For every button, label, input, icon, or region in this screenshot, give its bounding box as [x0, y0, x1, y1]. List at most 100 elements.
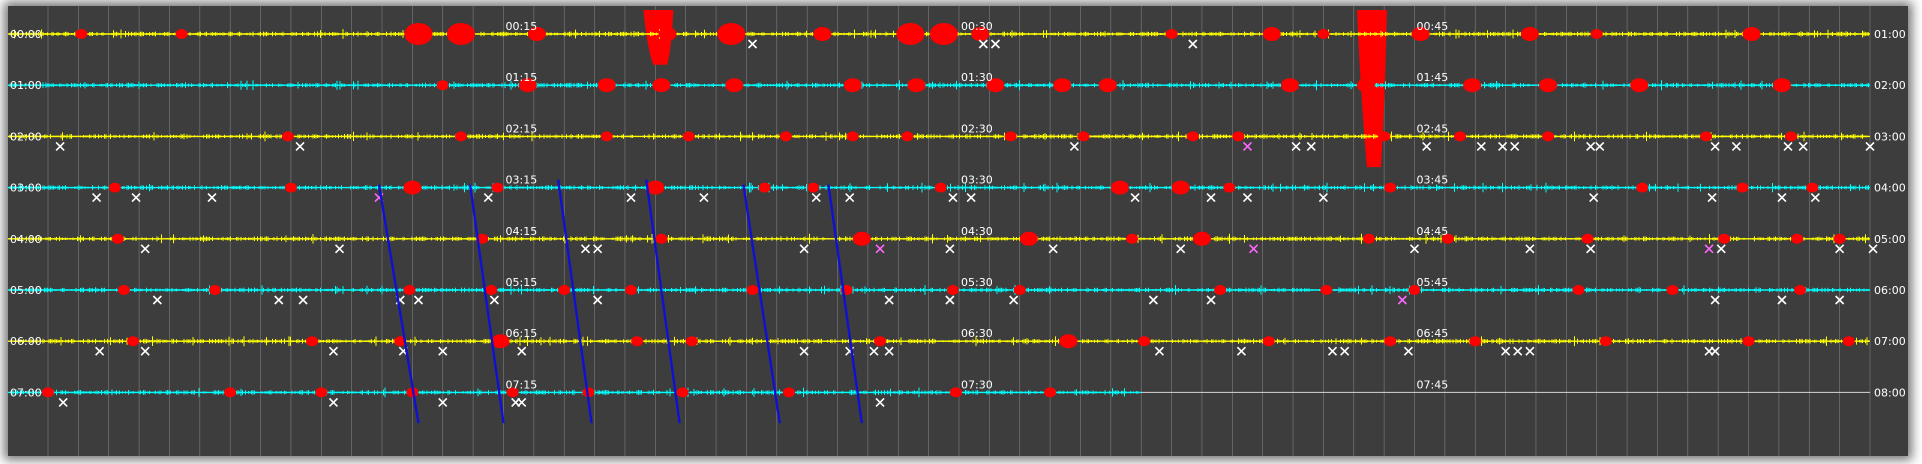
event-marker — [929, 23, 958, 45]
pick-marker — [1327, 346, 1338, 356]
helicorder-frame: 00:00 01:00 00:15 00:30 00:45 01:00 02:00 01:15… — [8, 6, 1908, 456]
pick-marker — [1306, 141, 1316, 151]
event-marker — [1794, 285, 1807, 295]
event-marker — [1842, 336, 1855, 347]
annotation-line — [827, 184, 864, 424]
quarter-hour-label: 00:30 — [961, 20, 993, 33]
pick-marker — [1731, 141, 1741, 151]
quarter-hour-label: 03:30 — [961, 174, 993, 187]
event-marker — [717, 23, 746, 45]
pick-marker — [334, 244, 345, 254]
quarter-hour-label: 07:15 — [506, 378, 538, 391]
quarter-hour-label: 05:15 — [506, 276, 538, 289]
event-marker — [1463, 78, 1482, 93]
event-marker — [1186, 131, 1199, 142]
event-marker — [1362, 233, 1375, 244]
event-marker — [852, 231, 871, 246]
pick-marker — [811, 193, 821, 203]
pick-marker — [1148, 295, 1158, 305]
pick-marker — [92, 193, 102, 203]
pick-marker — [966, 193, 976, 203]
event-marker — [1262, 27, 1281, 41]
event-marker — [600, 131, 613, 142]
row-end-label: 08:00 — [1874, 386, 1906, 399]
pick-marker — [1248, 244, 1259, 254]
event-marker — [946, 285, 959, 295]
event-marker — [1004, 131, 1017, 142]
event-marker — [625, 285, 638, 295]
event-marker — [597, 78, 616, 93]
pick-marker — [1783, 141, 1793, 151]
event-marker — [1806, 182, 1819, 193]
pick-marker — [626, 193, 636, 203]
pick-marker — [1525, 244, 1535, 254]
quarter-hour-label: 07:45 — [1417, 378, 1449, 391]
event-marker — [1317, 29, 1330, 39]
event-marker — [1539, 78, 1558, 93]
event-marker — [907, 78, 926, 93]
pick-marker — [95, 346, 105, 356]
quarter-hour-label: 02:30 — [961, 122, 993, 135]
pick-marker — [1798, 141, 1808, 151]
event-marker — [1599, 336, 1612, 347]
event-marker — [1384, 336, 1397, 347]
row-start-label: 05:00 — [10, 284, 42, 297]
quarter-hour-label: 06:15 — [506, 327, 538, 340]
event-marker — [807, 182, 820, 193]
quarter-hour-label: 06:30 — [961, 327, 993, 340]
pick-marker — [328, 346, 339, 356]
quarter-hour-label: 04:30 — [961, 225, 993, 238]
quarter-hour-label: 00:15 — [506, 20, 538, 33]
row-end-label: 02:00 — [1874, 79, 1906, 92]
event-marker — [685, 336, 698, 347]
event-marker — [284, 182, 297, 193]
quarter-hour-label: 03:45 — [1417, 174, 1449, 187]
event-marker — [1138, 336, 1151, 347]
pick-marker — [875, 244, 885, 254]
annotation-line — [742, 184, 782, 424]
pick-marker — [884, 346, 894, 356]
row-end-label: 05:00 — [1874, 233, 1906, 246]
pick-marker — [1009, 295, 1019, 305]
event-marker — [1742, 27, 1761, 41]
pick-marker — [152, 295, 162, 305]
event-marker — [454, 131, 467, 142]
pick-marker — [55, 141, 65, 151]
pick-marker — [990, 39, 1001, 49]
event-marker — [1356, 78, 1375, 93]
event-marker — [491, 182, 504, 193]
event-marker — [403, 285, 416, 295]
event-marker — [117, 285, 130, 295]
event-marker — [813, 27, 832, 41]
event-marker — [403, 180, 422, 195]
event-marker — [655, 233, 668, 244]
event-marker — [1280, 78, 1299, 93]
event-marker — [1384, 182, 1397, 193]
event-marker — [1791, 233, 1804, 244]
event-marker — [1262, 336, 1275, 347]
quarter-hour-label: 05:45 — [1417, 276, 1449, 289]
pick-markers — [55, 39, 1878, 407]
pick-marker — [1397, 295, 1407, 305]
row-end-label: 07:00 — [1874, 335, 1906, 348]
row-start-label: 04:00 — [10, 233, 42, 246]
event-marker — [1833, 233, 1846, 244]
event-marker — [1542, 131, 1555, 142]
event-marker — [1126, 233, 1139, 244]
event-marker — [1572, 285, 1585, 295]
pick-marker — [948, 193, 958, 203]
pick-marker — [1422, 141, 1432, 151]
annotation-line — [468, 184, 505, 424]
pick-marker — [1340, 346, 1350, 356]
event-marker — [1469, 336, 1482, 347]
event-marker — [843, 78, 862, 93]
event-marker — [682, 131, 695, 142]
row-end-label: 04:00 — [1874, 182, 1906, 195]
seismic-traces — [8, 29, 1870, 398]
pick-marker — [207, 193, 217, 203]
event-marker — [1320, 285, 1333, 295]
event-marker — [1053, 78, 1072, 93]
pick-marker — [945, 295, 955, 305]
quarter-hour-label: 01:15 — [506, 71, 538, 84]
pick-marker — [1188, 39, 1198, 49]
